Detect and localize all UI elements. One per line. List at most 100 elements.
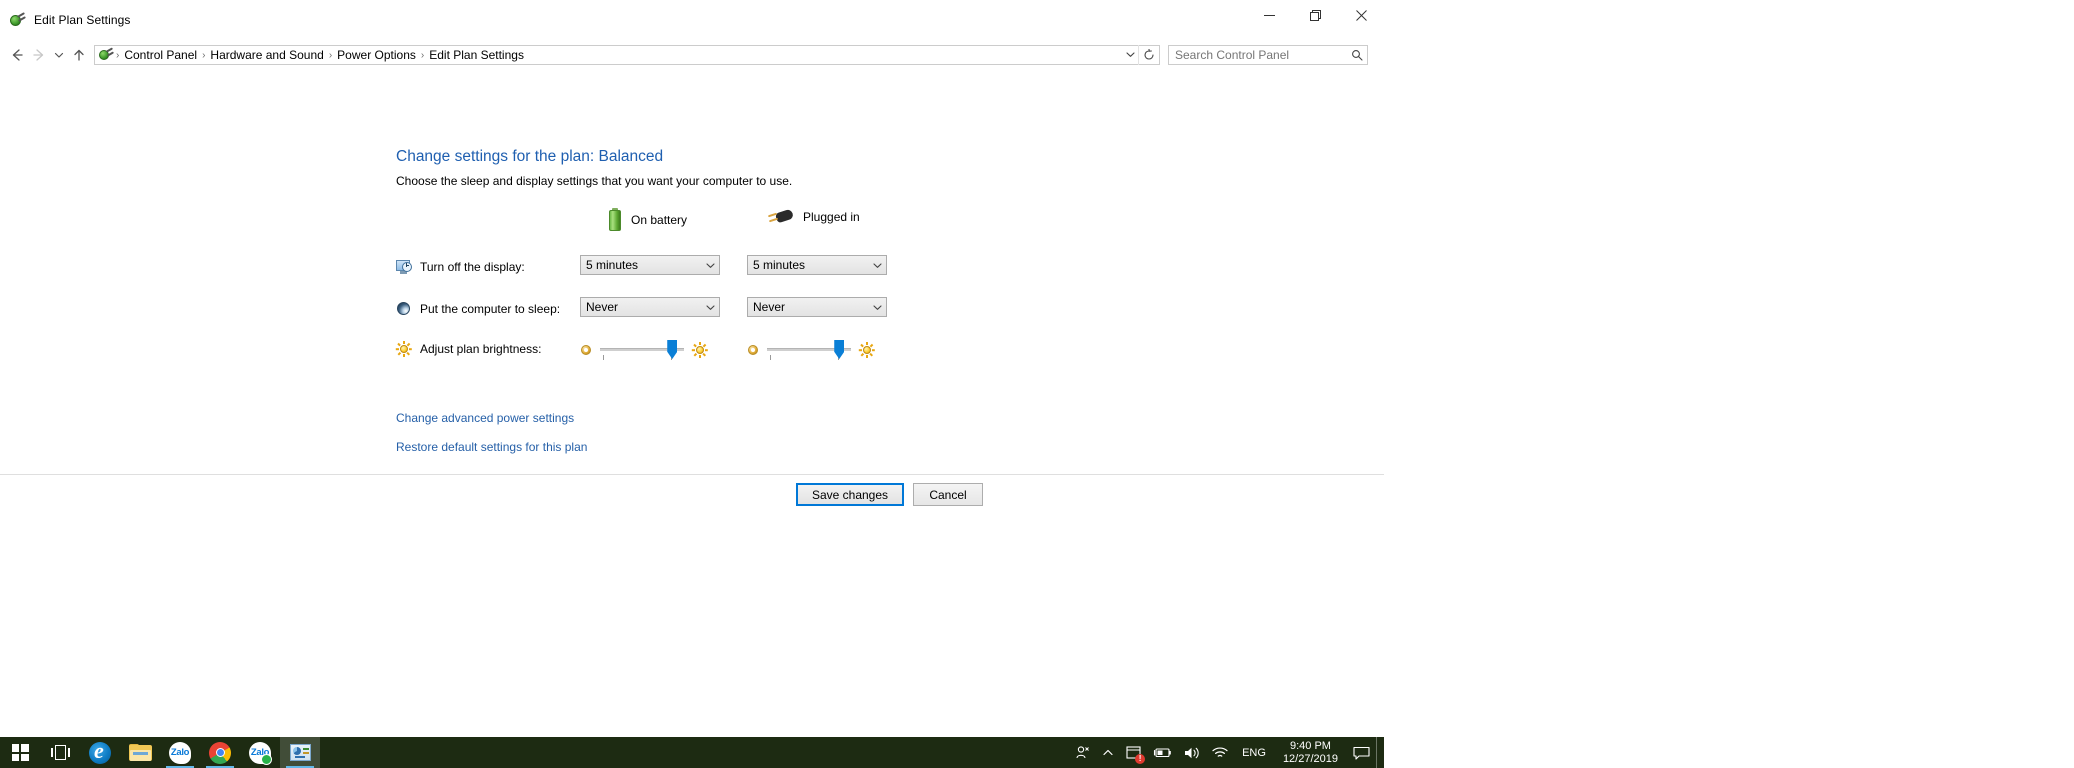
slider-thumb-plugged-in[interactable] <box>834 340 845 359</box>
start-button[interactable] <box>0 737 40 768</box>
setting-label: Put the computer to sleep: <box>420 302 561 316</box>
chrome-button[interactable] <box>200 737 240 768</box>
sun-icon <box>395 341 412 357</box>
taskbar-items: Zalo Zalo <box>0 737 320 768</box>
maximize-button[interactable] <box>1292 0 1338 30</box>
chevron-down-icon <box>701 303 719 312</box>
zalo-video-button[interactable]: Zalo <box>240 737 280 768</box>
recent-locations-chevron-icon[interactable] <box>50 44 68 66</box>
bright-brightness-icon <box>858 342 875 358</box>
taskbar: Zalo Zalo <box>0 737 1384 768</box>
chevron-down-icon[interactable] <box>1122 50 1138 61</box>
sleep-moon-icon <box>396 301 412 317</box>
folder-icon <box>128 743 152 762</box>
zalo-icon: Zalo <box>169 741 191 764</box>
bright-brightness-icon <box>691 342 708 358</box>
dropdown-sleep-plugged-in[interactable]: Never <box>747 297 887 317</box>
battery-icon <box>608 208 622 232</box>
breadcrumb-item-power-options[interactable]: Power Options <box>333 47 420 63</box>
dropdown-value: Never <box>753 300 786 314</box>
column-header-on-battery: On battery <box>608 208 687 232</box>
setting-row-put-computer-to-sleep: Put the computer to sleep: <box>396 298 560 320</box>
notification-icon[interactable] <box>1347 737 1376 768</box>
save-changes-button[interactable]: Save changes <box>796 483 904 506</box>
breadcrumb-item-hardware-and-sound[interactable]: Hardware and Sound <box>206 47 327 63</box>
divider <box>0 474 1384 475</box>
close-button[interactable] <box>1338 0 1384 30</box>
speaker-icon[interactable] <box>1178 737 1206 768</box>
dropdown-value: 5 minutes <box>753 258 806 272</box>
show-hidden-icons-chevron[interactable] <box>1096 737 1120 768</box>
up-arrow-icon[interactable] <box>68 44 90 66</box>
page-subtitle: Choose the sleep and display settings th… <box>396 174 793 188</box>
brightness-slider-plugged-in[interactable] <box>747 338 875 362</box>
breadcrumb-item-edit-plan-settings[interactable]: Edit Plan Settings <box>425 47 528 63</box>
title-bar: Edit Plan Settings <box>0 0 1384 40</box>
chevron-down-icon <box>868 261 886 270</box>
breadcrumb-trail: › Control Panel › Hardware and Sound › P… <box>115 47 1122 63</box>
file-explorer-button[interactable] <box>120 737 160 768</box>
page-title: Change settings for the plan: Balanced <box>396 148 664 165</box>
chevron-down-icon <box>868 303 886 312</box>
power-plug-icon <box>8 11 26 29</box>
link-restore-default-settings[interactable]: Restore default settings for this plan <box>396 440 587 454</box>
task-view-icon <box>50 745 70 760</box>
battery-tray-icon[interactable] <box>1147 737 1178 768</box>
setting-row-adjust-plan-brightness: Adjust plan brightness: <box>395 338 542 360</box>
dropdown-turn-off-display-on-battery[interactable]: 5 minutes <box>580 255 720 275</box>
zalo-button[interactable]: Zalo <box>160 737 200 768</box>
wifi-icon[interactable] <box>1206 737 1234 768</box>
edge-button[interactable] <box>80 737 120 768</box>
control-panel-icon <box>289 744 311 761</box>
setting-label: Adjust plan brightness: <box>420 342 542 356</box>
column-label: Plugged in <box>803 210 860 224</box>
breadcrumb-item-control-panel[interactable]: Control Panel <box>120 47 201 63</box>
task-view-button[interactable] <box>40 737 80 768</box>
dropdown-value: 5 minutes <box>586 258 639 272</box>
back-arrow-icon[interactable] <box>6 44 28 66</box>
slider-track-plugged-in[interactable] <box>767 338 851 362</box>
clock-time: 9:40 PM <box>1289 739 1331 752</box>
slider-thumb-on-battery[interactable] <box>667 340 678 359</box>
system-tray: ! ENG 9:40 PM 12/27/2019 <box>1069 737 1384 768</box>
slider-track-on-battery[interactable] <box>600 338 684 362</box>
clock[interactable]: 9:40 PM 12/27/2019 <box>1274 737 1347 768</box>
forward-arrow-icon[interactable] <box>28 44 50 66</box>
content-area: Change settings for the plan: Balanced C… <box>0 70 1384 506</box>
control-panel-window: Edit Plan Settings › Control Panel › Har… <box>0 0 1384 768</box>
window-title: Edit Plan Settings <box>34 13 131 27</box>
column-label: On battery <box>631 213 688 227</box>
chevron-down-icon <box>701 261 719 270</box>
edge-icon <box>89 741 111 764</box>
clock-date: 12/27/2019 <box>1282 752 1338 765</box>
power-plug-icon <box>98 47 115 63</box>
minimize-button[interactable] <box>1246 0 1292 30</box>
display-clock-icon <box>396 259 412 275</box>
search-box[interactable] <box>1168 45 1368 65</box>
zalo-label: Zalo <box>170 747 190 758</box>
cancel-button[interactable]: Cancel <box>913 483 983 506</box>
breadcrumb[interactable]: › Control Panel › Hardware and Sound › P… <box>94 45 1160 65</box>
control-panel-button[interactable] <box>280 737 320 768</box>
brightness-slider-on-battery[interactable] <box>580 338 708 362</box>
power-plug-icon <box>767 208 795 226</box>
desktop-background <box>1384 0 2074 768</box>
windows-logo-icon <box>11 744 29 761</box>
search-icon[interactable] <box>1347 49 1367 61</box>
action-center-icon[interactable]: ! <box>1120 737 1147 768</box>
address-bar: › Control Panel › Hardware and Sound › P… <box>0 40 1384 70</box>
dropdown-sleep-on-battery[interactable]: Never <box>580 297 720 317</box>
zalo-video-icon: Zalo <box>249 741 272 765</box>
chrome-icon <box>209 741 231 764</box>
window-controls <box>1246 0 1384 30</box>
show-desktop-button[interactable] <box>1376 737 1384 768</box>
search-input[interactable] <box>1169 47 1347 63</box>
link-change-advanced-power-settings[interactable]: Change advanced power settings <box>396 411 574 425</box>
people-icon[interactable] <box>1069 737 1096 768</box>
dim-brightness-icon <box>580 344 592 356</box>
action-center-badge: ! <box>1135 754 1146 764</box>
language-indicator[interactable]: ENG <box>1234 737 1274 768</box>
refresh-icon[interactable] <box>1138 45 1159 65</box>
dropdown-turn-off-display-plugged-in[interactable]: 5 minutes <box>747 255 887 275</box>
column-header-plugged-in: Plugged in <box>767 208 860 226</box>
